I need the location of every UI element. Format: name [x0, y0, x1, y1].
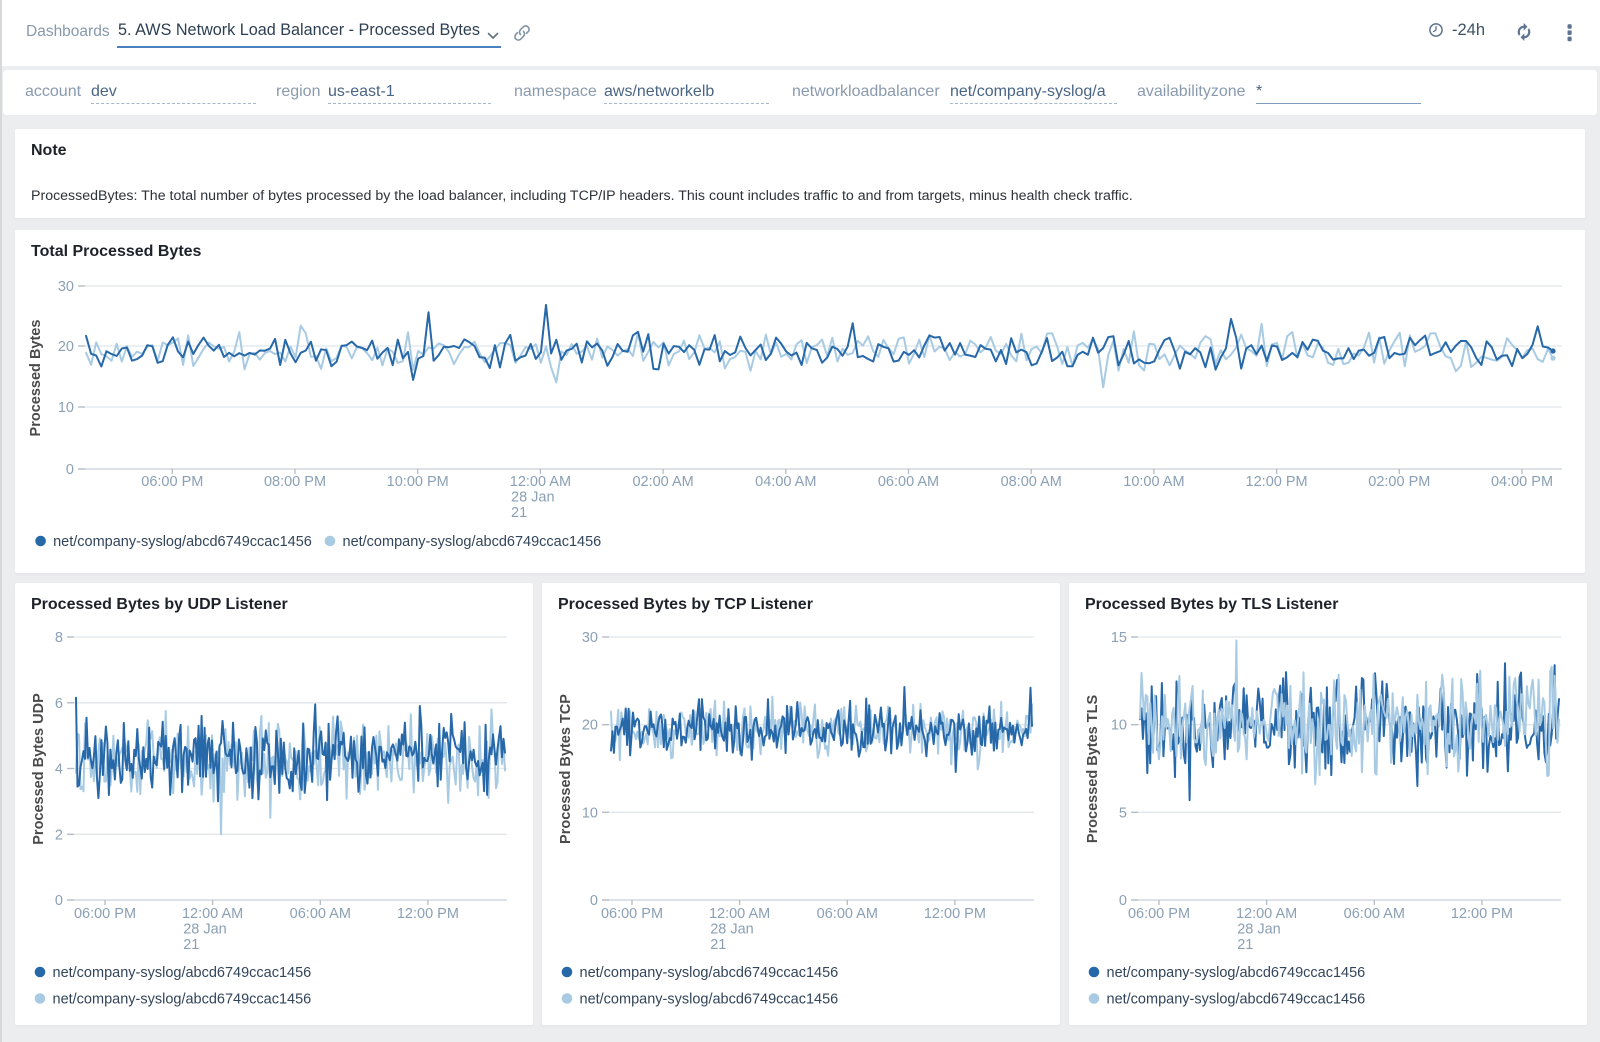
svg-text:06:00 AM: 06:00 AM: [878, 474, 939, 490]
svg-text:12:00 AM: 12:00 AM: [510, 474, 571, 490]
svg-text:06:00 AM: 06:00 AM: [290, 906, 351, 922]
svg-text:10: 10: [58, 400, 74, 416]
svg-text:28 Jan: 28 Jan: [183, 922, 227, 938]
svg-text:0: 0: [1119, 893, 1127, 909]
svg-text:10:00 AM: 10:00 AM: [1123, 474, 1184, 490]
svg-text:15: 15: [1111, 630, 1127, 646]
svg-text:12:00 PM: 12:00 PM: [397, 906, 459, 922]
svg-text:Processed Bytes TCP: Processed Bytes TCP: [558, 694, 574, 844]
svg-text:06:00 PM: 06:00 PM: [601, 906, 663, 922]
svg-text:Processed Bytes UDP: Processed Bytes UDP: [31, 693, 47, 845]
svg-text:5: 5: [1119, 805, 1127, 821]
svg-text:net/company-syslog/abcd6749cca: net/company-syslog/abcd6749ccac1456: [580, 965, 839, 981]
svg-text:net/company-syslog/abcd6749cca: net/company-syslog/abcd6749ccac1456: [53, 534, 312, 550]
svg-text:28 Jan: 28 Jan: [710, 922, 754, 938]
svg-text:20: 20: [582, 718, 598, 734]
svg-text:net/company-syslog/abcd6749cca: net/company-syslog/abcd6749ccac1456: [343, 534, 602, 550]
svg-text:28 Jan: 28 Jan: [1237, 922, 1281, 938]
svg-text:net/company-syslog/abcd6749cca: net/company-syslog/abcd6749ccac1456: [580, 992, 839, 1008]
svg-text:06:00 PM: 06:00 PM: [74, 906, 136, 922]
svg-text:30: 30: [58, 279, 74, 295]
svg-text:30: 30: [582, 630, 598, 646]
svg-text:12:00 AM: 12:00 AM: [1236, 906, 1297, 922]
svg-text:06:00 AM: 06:00 AM: [817, 906, 878, 922]
svg-text:06:00 PM: 06:00 PM: [1128, 906, 1190, 922]
svg-text:21: 21: [183, 937, 199, 953]
svg-text:12:00 PM: 12:00 PM: [1246, 474, 1308, 490]
svg-text:12:00 PM: 12:00 PM: [1451, 906, 1513, 922]
svg-text:28 Jan: 28 Jan: [511, 490, 555, 506]
svg-text:6: 6: [55, 696, 63, 712]
svg-text:net/company-syslog/abcd6749cca: net/company-syslog/abcd6749ccac1456: [1107, 992, 1366, 1008]
svg-text:4: 4: [55, 762, 63, 778]
svg-text:20: 20: [58, 339, 74, 355]
svg-text:0: 0: [66, 462, 74, 478]
svg-text:net/company-syslog/abcd6749cca: net/company-syslog/abcd6749ccac1456: [1107, 965, 1366, 981]
svg-text:21: 21: [511, 505, 527, 521]
svg-text:Processed Bytes: Processed Bytes: [28, 320, 44, 437]
svg-text:21: 21: [710, 937, 726, 953]
svg-text:0: 0: [590, 893, 598, 909]
svg-text:12:00 AM: 12:00 AM: [709, 906, 770, 922]
svg-text:10: 10: [582, 805, 598, 821]
svg-text:Processed Bytes TLS: Processed Bytes TLS: [1085, 695, 1101, 844]
svg-text:8: 8: [55, 630, 63, 646]
svg-text:06:00 AM: 06:00 AM: [1344, 906, 1405, 922]
svg-text:21: 21: [1237, 937, 1253, 953]
svg-text:12:00 PM: 12:00 PM: [924, 906, 986, 922]
svg-text:02:00 AM: 02:00 AM: [632, 474, 693, 490]
svg-text:08:00 PM: 08:00 PM: [264, 474, 326, 490]
svg-text:06:00 PM: 06:00 PM: [141, 474, 203, 490]
svg-text:12:00 AM: 12:00 AM: [182, 906, 243, 922]
svg-text:0: 0: [55, 893, 63, 909]
svg-text:04:00 AM: 04:00 AM: [755, 474, 816, 490]
svg-text:04:00 PM: 04:00 PM: [1491, 474, 1553, 490]
svg-text:10:00 PM: 10:00 PM: [387, 474, 449, 490]
svg-text:08:00 AM: 08:00 AM: [1001, 474, 1062, 490]
svg-text:2: 2: [55, 827, 63, 843]
svg-text:10: 10: [1111, 718, 1127, 734]
svg-text:net/company-syslog/abcd6749cca: net/company-syslog/abcd6749ccac1456: [53, 965, 312, 981]
svg-text:net/company-syslog/abcd6749cca: net/company-syslog/abcd6749ccac1456: [53, 992, 312, 1008]
svg-text:02:00 PM: 02:00 PM: [1368, 474, 1430, 490]
